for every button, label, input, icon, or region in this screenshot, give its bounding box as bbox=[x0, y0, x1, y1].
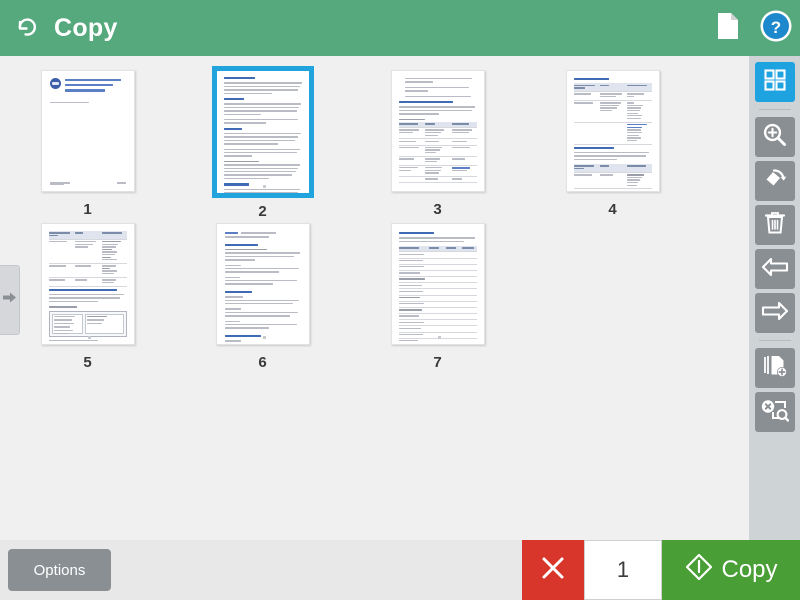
toolbar-divider bbox=[758, 109, 791, 110]
thumbnail-frame[interactable] bbox=[38, 219, 138, 349]
rotate-page-icon bbox=[762, 166, 788, 197]
page-thumbnail-cell[interactable]: 1 bbox=[0, 64, 175, 217]
rotate-page-button[interactable] bbox=[754, 161, 795, 201]
copies-count-input[interactable]: 1 bbox=[584, 540, 662, 600]
thumbnail-frame[interactable] bbox=[563, 66, 663, 196]
thumbnail-frame[interactable] bbox=[38, 66, 138, 196]
arrow-right-icon bbox=[761, 300, 789, 327]
thumbnail-frame-selected[interactable] bbox=[211, 66, 314, 198]
options-button[interactable]: Options bbox=[8, 549, 111, 591]
back-arrow-icon bbox=[13, 15, 39, 41]
page-preview bbox=[216, 71, 309, 193]
panel-expander-tab[interactable] bbox=[0, 265, 20, 335]
page-number-label: 7 bbox=[433, 354, 442, 371]
pages-grid: 1 2 3 4 5 6 7 bbox=[0, 56, 749, 370]
zoom-in-button[interactable] bbox=[754, 117, 795, 157]
page-number-label: 6 bbox=[258, 354, 267, 371]
page-number-label: 5 bbox=[83, 354, 92, 371]
page-number-label: 1 bbox=[83, 201, 92, 218]
bottom-spacer bbox=[111, 540, 522, 600]
page-preview bbox=[390, 70, 485, 192]
page-preview bbox=[390, 223, 485, 345]
bottom-action-bar: Options 1 Copy bbox=[0, 540, 800, 600]
grid-view-icon bbox=[763, 68, 787, 97]
page-preview bbox=[40, 223, 135, 345]
page-thumbnail-cell[interactable]: 4 bbox=[525, 64, 700, 217]
close-x-icon bbox=[538, 553, 568, 588]
page-preview bbox=[565, 70, 660, 192]
delete-page-button[interactable] bbox=[754, 205, 795, 245]
arrow-right-icon bbox=[2, 290, 17, 310]
add-pages-button[interactable] bbox=[754, 348, 795, 388]
copy-screen: Copy ? 1 2 3 4 5 6 7 Options 1 Copy bbox=[0, 0, 800, 600]
page-thumbnail-cell[interactable]: 3 bbox=[350, 64, 525, 217]
back-button[interactable] bbox=[0, 0, 52, 56]
page-number-label: 3 bbox=[433, 201, 442, 218]
thumbnail-frame[interactable] bbox=[388, 66, 488, 196]
move-left-button[interactable] bbox=[754, 249, 795, 289]
page-thumbnail-cell[interactable]: 2 bbox=[175, 64, 350, 219]
page-thumbnail-cell[interactable]: 7 bbox=[350, 217, 525, 370]
magnifier-plus-icon bbox=[762, 122, 788, 153]
page-thumbnail-cell[interactable]: 5 bbox=[0, 217, 175, 370]
page-title: Copy bbox=[54, 13, 118, 42]
blank-page-detect-button[interactable] bbox=[754, 392, 795, 432]
grid-view-button[interactable] bbox=[754, 62, 795, 102]
document-page-icon bbox=[717, 12, 739, 45]
help-question-icon: ? bbox=[759, 9, 793, 48]
page-grid-area: 1 2 3 4 5 6 7 bbox=[0, 56, 749, 540]
copy-button-label: Copy bbox=[721, 556, 778, 583]
svg-text:?: ? bbox=[771, 18, 781, 37]
toolbar-divider bbox=[758, 340, 791, 341]
page-thumbnail-cell[interactable]: 6 bbox=[175, 217, 350, 370]
hp-logo-icon bbox=[49, 78, 61, 89]
thumbnail-frame[interactable] bbox=[213, 219, 313, 349]
page-tools-toolbar bbox=[749, 56, 800, 540]
start-diamond-icon bbox=[684, 552, 714, 589]
trash-icon bbox=[763, 210, 787, 241]
app-header: Copy ? bbox=[0, 0, 800, 56]
move-right-button[interactable] bbox=[754, 293, 795, 333]
copy-start-button[interactable]: Copy bbox=[662, 540, 800, 600]
arrow-left-icon bbox=[761, 256, 789, 283]
help-button[interactable]: ? bbox=[752, 0, 800, 56]
blank-page-detect-icon bbox=[761, 398, 789, 427]
cancel-button[interactable] bbox=[522, 540, 584, 600]
add-pages-icon bbox=[762, 353, 788, 384]
page-preview bbox=[215, 223, 310, 345]
document-info-button[interactable] bbox=[704, 0, 752, 56]
page-preview bbox=[40, 70, 135, 192]
page-number-label: 4 bbox=[608, 201, 617, 218]
thumbnail-frame[interactable] bbox=[388, 219, 488, 349]
